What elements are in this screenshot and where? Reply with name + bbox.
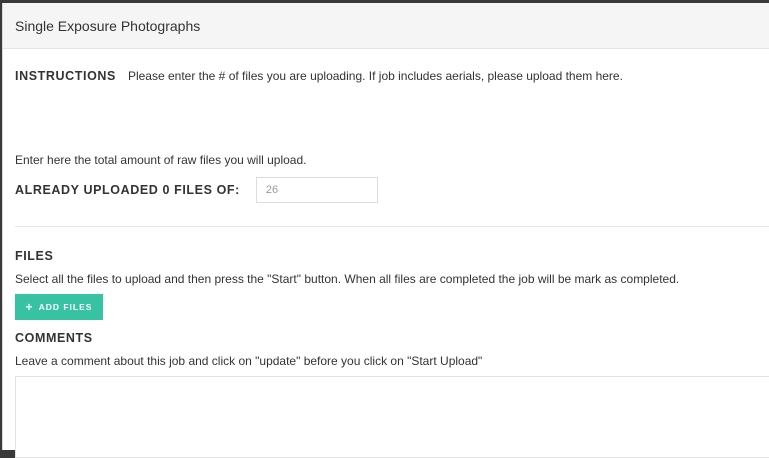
files-section-title: FILES bbox=[15, 249, 54, 263]
instructions-row: INSTRUCTIONS Please enter the # of files… bbox=[15, 69, 623, 83]
add-files-label: ADD FILES bbox=[38, 302, 93, 312]
uploaded-count-row: ALREADY UPLOADED 0 FILES OF: bbox=[15, 177, 378, 203]
plus-icon: + bbox=[25, 300, 34, 314]
add-files-button[interactable]: + ADD FILES bbox=[15, 294, 103, 320]
section-divider bbox=[15, 226, 769, 227]
panel-title: Single Exposure Photographs bbox=[15, 17, 201, 34]
raw-files-text: Enter here the total amount of raw files… bbox=[15, 153, 307, 167]
comment-textarea[interactable] bbox=[15, 376, 769, 458]
instructions-label: INSTRUCTIONS bbox=[15, 69, 116, 83]
raw-files-count-input[interactable] bbox=[255, 177, 378, 203]
comments-section-title: COMMENTS bbox=[15, 331, 93, 345]
files-instructions-text: Select all the files to upload and then … bbox=[15, 272, 680, 286]
panel-header: Single Exposure Photographs bbox=[3, 3, 769, 49]
instructions-text: Please enter the # of files you are uplo… bbox=[127, 69, 623, 83]
comments-instructions-text: Leave a comment about this job and click… bbox=[15, 354, 483, 368]
uploaded-count-label: ALREADY UPLOADED 0 FILES OF: bbox=[15, 183, 240, 197]
upload-panel: Single Exposure Photographs INSTRUCTIONS… bbox=[2, 3, 769, 458]
